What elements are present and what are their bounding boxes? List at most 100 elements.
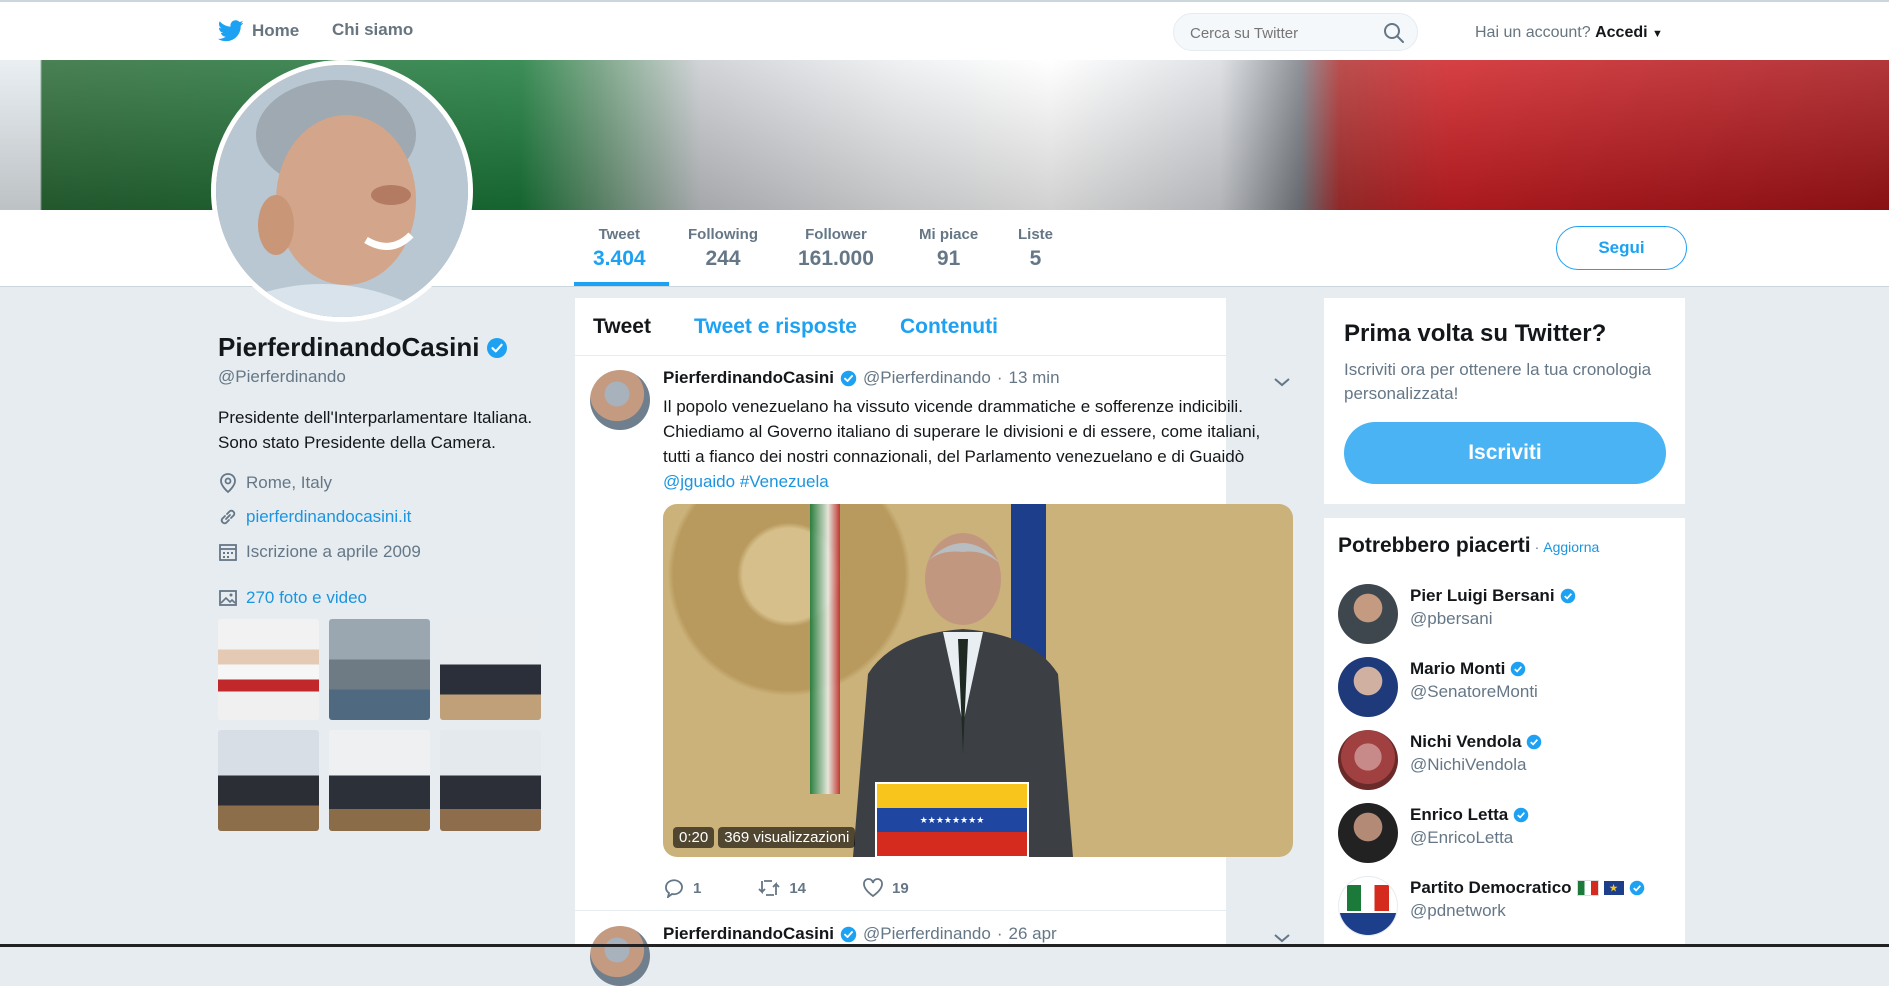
suggestion-avatar[interactable]	[1338, 584, 1398, 644]
suggestion-item[interactable]: Nichi Vendola @NichiVendola	[1338, 730, 1542, 790]
tweet-mention[interactable]: @jguaido	[663, 472, 735, 491]
reply-count: 1	[693, 879, 702, 897]
tab-tweet-e-risposte[interactable]: Tweet e risposte	[694, 315, 857, 339]
caret-down-icon: ▼	[1652, 28, 1663, 40]
reply-button[interactable]: 1	[663, 878, 701, 898]
search-icon[interactable]	[1383, 22, 1405, 44]
verified-badge-icon	[1629, 880, 1644, 896]
refresh-link[interactable]: Aggiorna	[1543, 539, 1599, 555]
tweet-author-name[interactable]: PierferdinandoCasini	[663, 924, 834, 944]
suggestion-name[interactable]: Mario Monti	[1410, 659, 1538, 679]
video-views: 369 visualizzazioni	[718, 827, 856, 848]
suggestion-name[interactable]: Enrico Letta	[1410, 805, 1529, 825]
media-thumbnail-grid	[218, 619, 541, 831]
chevron-down-icon[interactable]	[1273, 932, 1291, 944]
tweet-author-handle[interactable]: @Pierferdinando	[863, 368, 991, 388]
search-box[interactable]	[1173, 13, 1418, 51]
bio-line: Presidente dell'Interparlamentare Italia…	[218, 408, 533, 427]
suggestion-handle: @EnricoLetta	[1410, 828, 1514, 847]
tweet-actions: 1 14 19	[663, 878, 965, 898]
like-button[interactable]: 19	[862, 878, 909, 898]
timeline-tabs: Tweet Tweet e risposte Contenuti	[575, 298, 1226, 356]
media-thumbnail[interactable]	[218, 730, 319, 831]
media-thumbnail[interactable]	[329, 619, 430, 720]
suggestion-item[interactable]: Partito Democratico ★ @pdnetwork	[1338, 876, 1645, 936]
profile-avatar[interactable]	[211, 60, 473, 322]
stat-likes[interactable]: Mi piace 91	[919, 226, 978, 271]
tab-tweet[interactable]: Tweet	[593, 315, 651, 339]
nav-about-label: Chi siamo	[332, 20, 414, 39]
profile-photo	[216, 65, 468, 317]
suggestion-item[interactable]: Pier Luigi Bersani @pbersani	[1338, 584, 1576, 644]
eu-flag-icon: ★	[1603, 881, 1624, 895]
tweet-header: PierferdinandoCasini @Pierferdinando · 2…	[663, 924, 1057, 944]
stat-label: Tweet	[598, 226, 640, 243]
stat-follower[interactable]: Follower 161.000	[798, 226, 874, 271]
active-stat-underline	[574, 282, 669, 286]
profile-name-text: PierferdinandoCasini	[218, 332, 480, 362]
location-text: Rome, Italy	[246, 473, 332, 492]
website-link[interactable]: pierferdinandocasini.it	[246, 507, 411, 527]
login-link[interactable]: Accedi	[1595, 24, 1647, 41]
photos-videos-link[interactable]: 270 foto e video	[218, 588, 367, 608]
tweet-hashtag[interactable]: #Venezuela	[740, 472, 829, 491]
tab-contenuti[interactable]: Contenuti	[900, 315, 998, 339]
tweet-timestamp[interactable]: 13 min	[1009, 368, 1060, 388]
suggestion-item[interactable]: Enrico Letta @EnricoLetta	[1338, 803, 1529, 863]
tweet-body: Il popolo venezuelano ha vissuto vicende…	[663, 397, 1261, 466]
nav-about-link[interactable]: Chi siamo	[332, 20, 413, 40]
suggestion-avatar[interactable]	[1338, 803, 1398, 863]
tweet-avatar[interactable]	[590, 926, 650, 986]
suggestion-item[interactable]: Mario Monti @SenatoreMonti	[1338, 657, 1538, 717]
tweet-timestamp[interactable]: 26 apr	[1009, 924, 1057, 944]
follow-button[interactable]: Segui	[1556, 226, 1687, 270]
suggestions-title: Potrebbero piacerti	[1338, 534, 1531, 557]
search-input[interactable]	[1188, 24, 1382, 43]
stat-value: 3.404	[593, 247, 646, 270]
signup-button[interactable]: Iscriviti	[1344, 422, 1666, 484]
stat-value: 5	[1029, 247, 1042, 270]
profile-name[interactable]: PierferdinandoCasini	[218, 332, 508, 363]
suggestion-avatar[interactable]	[1338, 876, 1398, 936]
media-thumbnail[interactable]	[218, 619, 319, 720]
profile-handle[interactable]: @Pierferdinando	[218, 367, 346, 387]
venezuela-flag: ★★★★★★★★	[875, 782, 1029, 857]
stat-tweet[interactable]: Tweet 3.404	[593, 226, 646, 271]
verified-badge-icon	[1511, 661, 1526, 677]
media-thumbnail[interactable]	[440, 619, 541, 720]
suggestion-name[interactable]: Pier Luigi Bersani	[1410, 586, 1576, 606]
heart-icon	[863, 878, 883, 898]
account-login[interactable]: Hai un account? Accedi ▼	[1475, 24, 1663, 42]
tweet-separator: ·	[996, 368, 1003, 387]
video-duration: 0:20	[673, 827, 715, 848]
tweet-avatar[interactable]	[590, 370, 650, 430]
tweet-separator: ·	[996, 924, 1003, 943]
suggestion-avatar[interactable]	[1338, 730, 1398, 790]
suggestion-name-text: Partito Democratico	[1410, 878, 1572, 897]
italian-flag-icon	[1576, 880, 1599, 896]
retweet-icon	[758, 880, 780, 896]
profile-joined: Iscrizione a aprile 2009	[218, 542, 421, 562]
nav-home-link[interactable]: Home	[218, 20, 299, 42]
tweet-author-handle[interactable]: @Pierferdinando	[863, 924, 991, 944]
suggestion-name-text: Pier Luigi Bersani	[1410, 586, 1555, 605]
chevron-down-icon[interactable]	[1273, 376, 1291, 388]
suggestion-avatar[interactable]	[1338, 657, 1398, 717]
like-count: 19	[892, 879, 909, 897]
media-thumbnail[interactable]	[329, 730, 430, 831]
stat-following[interactable]: Following 244	[688, 226, 758, 271]
profile-website[interactable]: pierferdinandocasini.it	[218, 507, 411, 527]
tweet-header: PierferdinandoCasini @Pierferdinando · 1…	[663, 368, 1060, 388]
tweet-author-name[interactable]: PierferdinandoCasini	[663, 368, 834, 388]
suggestion-name[interactable]: Nichi Vendola	[1410, 732, 1542, 752]
tweet-text: Il popolo venezuelano ha vissuto vicende…	[663, 394, 1273, 494]
tweet-video[interactable]: ★★★★★★★★ 0:20 369 visualizzazioni	[663, 504, 1293, 857]
link-icon	[220, 509, 236, 525]
media-thumbnail[interactable]	[440, 730, 541, 831]
stat-lists[interactable]: Liste 5	[1018, 226, 1053, 271]
suggestion-name[interactable]: Partito Democratico ★	[1410, 878, 1645, 898]
suggestion-handle: @pbersani	[1410, 609, 1493, 628]
retweet-button[interactable]: 14	[757, 878, 806, 898]
photos-videos-label[interactable]: 270 foto e video	[246, 588, 367, 608]
calendar-icon	[219, 544, 237, 561]
